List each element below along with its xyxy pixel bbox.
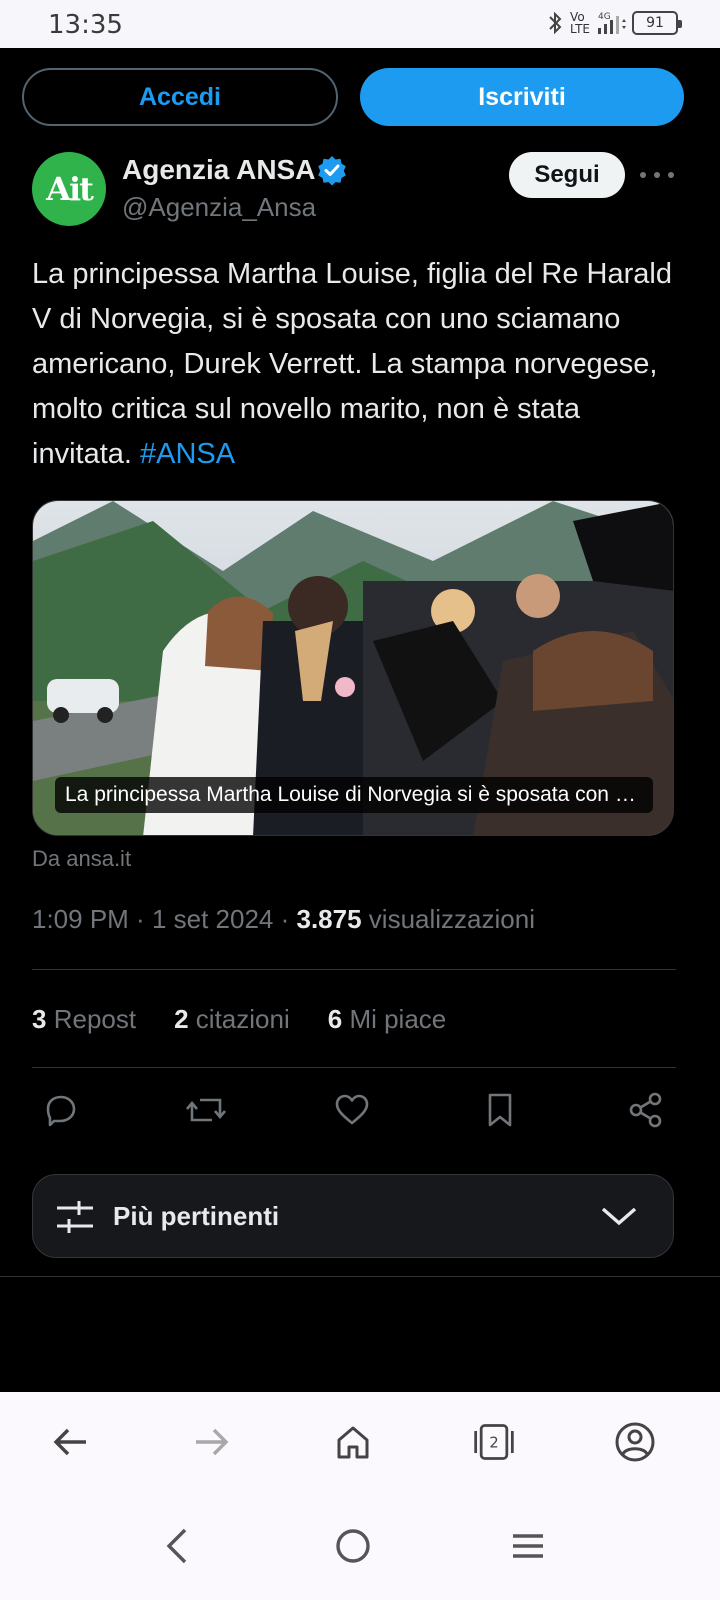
bookmark-icon[interactable] [478, 1088, 522, 1132]
tweet-page: Accedi Iscriviti Ait Agenzia ANSA @Agenz… [0, 48, 720, 1392]
engagement-stats: 3 Repost 2 citazioni 6 Mi piace [32, 1004, 446, 1035]
system-navigation-bar [0, 1492, 720, 1600]
likes-stat[interactable]: 6 Mi piace [328, 1004, 447, 1035]
back-arrow-icon[interactable] [48, 1420, 92, 1464]
reply-icon[interactable] [38, 1088, 82, 1132]
link-card-title[interactable]: La principessa Martha Louise di Norvegia… [55, 777, 653, 813]
divider [32, 1067, 676, 1068]
repost-icon[interactable] [184, 1088, 228, 1132]
home-icon[interactable] [331, 1420, 375, 1464]
tweet-date[interactable]: 1 set 2024 [152, 904, 273, 934]
status-time: 13:35 [48, 10, 123, 40]
system-menu-icon[interactable] [508, 1526, 548, 1566]
tweet-actions [32, 1088, 672, 1138]
bluetooth-icon [549, 11, 562, 35]
divider [32, 969, 676, 970]
status-icons: Vo LTE 4G 91 [546, 10, 682, 36]
author-name[interactable]: Agenzia ANSA [122, 154, 315, 186]
verified-badge-icon [318, 156, 346, 186]
chevron-down-icon [601, 1207, 637, 1226]
like-icon[interactable] [330, 1088, 374, 1132]
hashtag-link[interactable]: #ANSA [140, 438, 235, 470]
browser-toolbar: 2 [0, 1392, 720, 1492]
quotes-stat[interactable]: 2 citazioni [174, 1004, 290, 1035]
tabs-icon[interactable]: 2 [472, 1420, 516, 1464]
avatar[interactable]: Ait [32, 152, 106, 226]
divider [0, 1276, 720, 1277]
tweet-meta: 1:09 PM · 1 set 2024 · 3.875 visualizzaz… [32, 904, 535, 934]
views-label: visualizzazioni [368, 904, 535, 934]
reposts-stat[interactable]: 3 Repost [32, 1004, 136, 1035]
replies-sort-dropdown[interactable]: Più pertinenti [32, 1174, 674, 1258]
views-count: 3.875 [296, 904, 362, 934]
battery-indicator: 91 [632, 11, 682, 35]
forward-arrow-icon[interactable] [190, 1420, 234, 1464]
avatar-logo-text: Ait [46, 170, 94, 208]
tabs-count: 2 [489, 1435, 498, 1452]
signal-icon: 4G [598, 12, 626, 34]
tweet-text: La principessa Martha Louise, figlia del… [32, 258, 672, 470]
tweet-time[interactable]: 1:09 PM [32, 904, 129, 934]
share-icon[interactable] [624, 1088, 668, 1132]
volte-indicator: Vo LTE [570, 10, 590, 36]
signup-button[interactable]: Iscriviti [360, 68, 684, 126]
status-bar: 13:35 Vo LTE 4G 91 [0, 0, 720, 48]
sliders-icon [57, 1201, 93, 1233]
login-button[interactable]: Accedi [22, 68, 338, 126]
sort-label: Più pertinenti [113, 1201, 280, 1231]
link-source[interactable]: Da ansa.it [32, 846, 131, 872]
link-card-image[interactable]: La principessa Martha Louise di Norvegia… [32, 500, 674, 836]
account-icon[interactable] [613, 1420, 657, 1464]
author-handle[interactable]: @Agenzia_Ansa [122, 192, 316, 223]
svg-text:4G: 4G [598, 12, 611, 22]
system-back-icon[interactable] [156, 1526, 196, 1566]
system-home-icon[interactable] [333, 1526, 373, 1566]
more-options-icon[interactable] [640, 160, 674, 190]
follow-button[interactable]: Segui [509, 152, 625, 198]
